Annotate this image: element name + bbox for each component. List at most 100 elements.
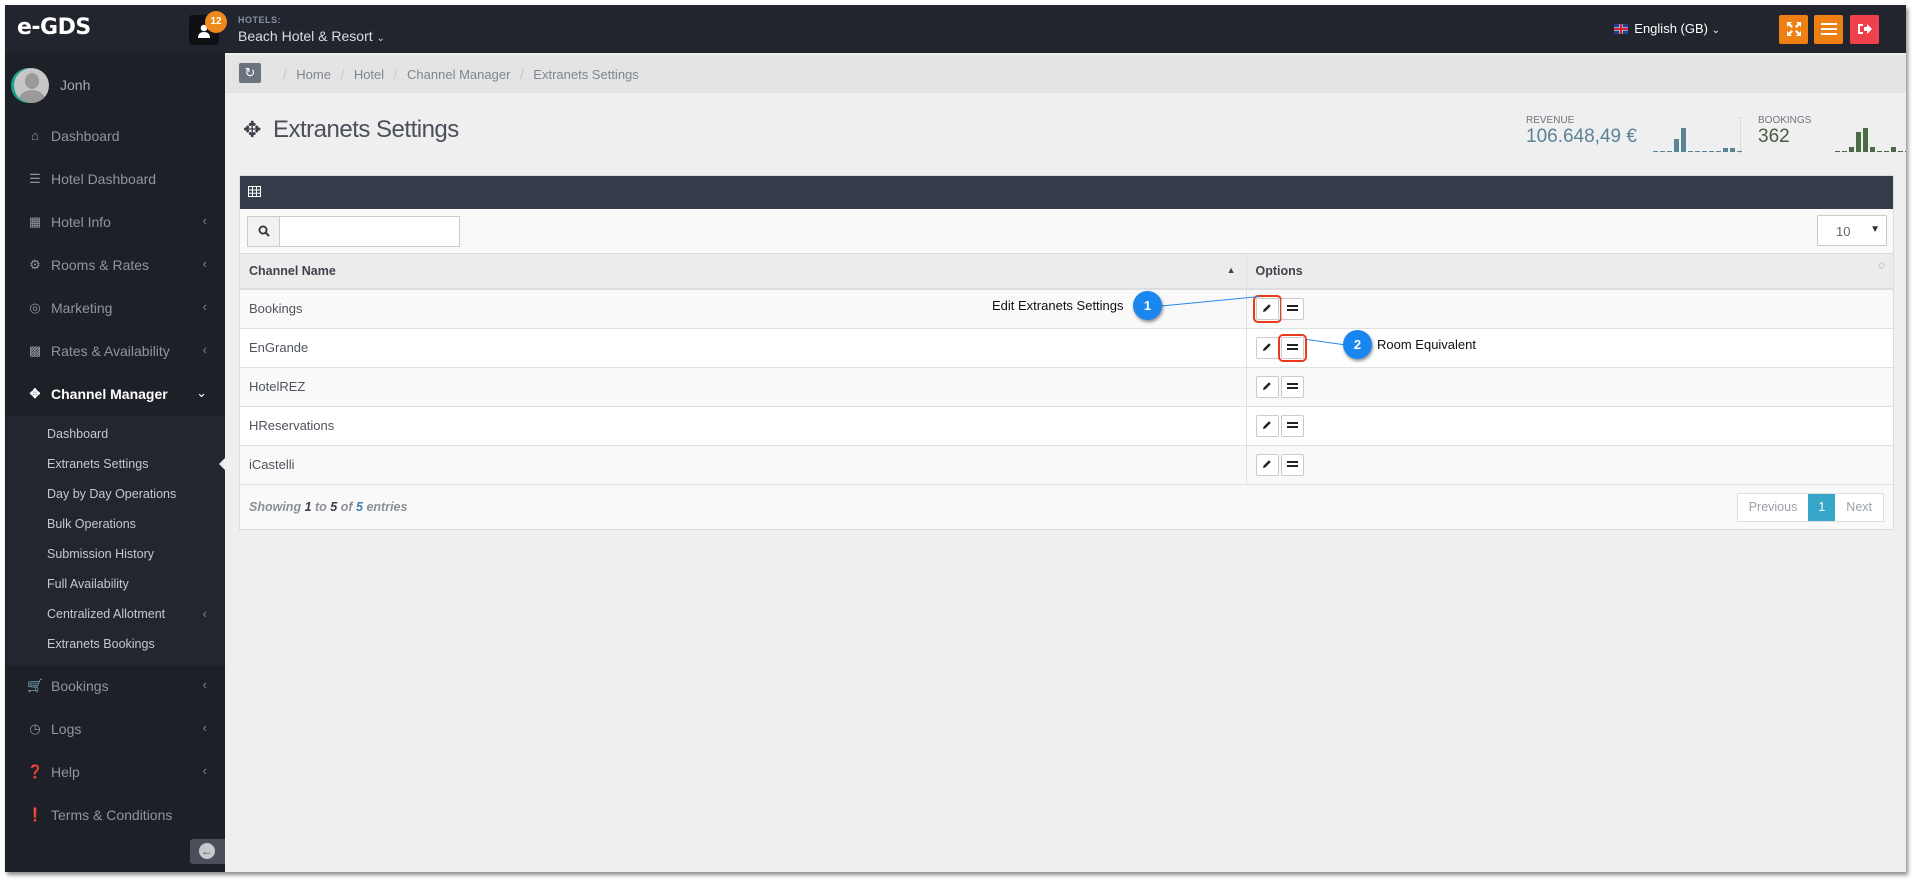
sparkline-bar (1723, 148, 1728, 152)
breadcrumb-channel-manager[interactable]: Channel Manager (407, 67, 510, 82)
sidebar: Jonh ⌂ Dashboard ☰ Hotel Dashboard ▦ Hot… (5, 53, 225, 872)
menu-button[interactable] (1814, 15, 1843, 44)
submenu-item-label: Full Availability (47, 577, 129, 591)
sparkline-bar (1842, 151, 1847, 152)
sparkline-bar (1849, 147, 1854, 152)
revenue-label: REVENUE (1526, 115, 1575, 126)
user-name: Jonh (60, 77, 91, 93)
arrows-icon: ✥ (29, 386, 41, 401)
sort-both-icon: ◇ (1878, 260, 1885, 270)
pagination-next[interactable]: Next (1835, 494, 1883, 521)
channel-manager-submenu: Dashboard Extranets Settings Day by Day … (5, 416, 225, 665)
sparkline-bar (1870, 147, 1875, 152)
extranets-table: Channel Name ▲ Options ◇ Bookings EnGrand… (240, 254, 1893, 485)
edit-extranet-settings-button[interactable] (1255, 414, 1279, 437)
sparkline-bar (1877, 151, 1882, 152)
page-length-select[interactable]: 10 ▼ (1817, 215, 1887, 246)
sidebar-nav: ⌂ Dashboard ☰ Hotel Dashboard ▦ Hotel In… (5, 115, 225, 837)
arrow-left-circle-icon: ← (199, 843, 215, 859)
sidebar-item-channel-manager[interactable]: ✥ Channel Manager ⌄ (5, 373, 225, 416)
chevron-down-icon: ⌄ (1711, 25, 1720, 36)
sparkline-bar (1681, 128, 1686, 152)
sidebar-item-rates-availability[interactable]: ▩ Rates & Availability ‹ (5, 330, 225, 373)
submenu-item-label: Extranets Bookings (47, 637, 155, 651)
sidebar-item-hotel-dashboard[interactable]: ☰ Hotel Dashboard (5, 158, 225, 201)
refresh-icon: ↻ (244, 65, 256, 80)
sidebar-item-terms-conditions[interactable]: ❗ Terms & Conditions (5, 794, 225, 837)
options-cell (1246, 406, 1893, 446)
logout-button[interactable] (1850, 15, 1879, 44)
top-navbar: e-GDS 12 HOTELS: Beach Hotel & Resort ⌄ … (5, 5, 1906, 53)
refresh-button[interactable]: ↻ (239, 63, 261, 83)
options-cell (1246, 289, 1893, 329)
column-header-options[interactable]: Options ◇ (1246, 254, 1893, 290)
expand-icon (1786, 22, 1801, 36)
edit-extranet-settings-button[interactable] (1255, 453, 1279, 476)
revenue-value: 106.648,49 € (1526, 126, 1637, 147)
submenu-item-dashboard[interactable]: Dashboard (5, 419, 225, 449)
sparkline-bar (1716, 151, 1721, 152)
sidebar-item-label: Channel Manager (51, 386, 168, 402)
brand-logo[interactable]: e-GDS (17, 15, 91, 40)
sort-asc-icon: ▲ (1226, 265, 1236, 275)
room-equivalent-button[interactable] (1277, 333, 1307, 362)
submenu-item-bulk-operations[interactable]: Bulk Operations (5, 509, 225, 539)
submenu-item-extranets-bookings[interactable]: Extranets Bookings (5, 629, 225, 659)
info-text: to (315, 499, 327, 514)
room-equivalent-button[interactable] (1280, 297, 1304, 320)
edit-extranet-settings-button[interactable] (1255, 336, 1279, 359)
menu-icon (1820, 23, 1837, 35)
room-equivalent-button[interactable] (1280, 414, 1304, 437)
hotel-selected: Beach Hotel & Resort (238, 28, 373, 44)
sidebar-collapse-button[interactable]: ← (190, 839, 225, 864)
language-selector[interactable]: English (GB) ⌄ (1613, 21, 1720, 36)
chevron-left-icon: ‹ (202, 677, 207, 692)
channel-name-cell: EnGrande (240, 328, 1247, 368)
search-input[interactable] (281, 217, 459, 246)
bar-chart-icon: ▩ (28, 343, 42, 358)
sparkline-bar (1667, 151, 1672, 152)
table-body: Bookings EnGrande HotelREZ HReservations iCa… (240, 289, 1893, 485)
fullscreen-button[interactable] (1779, 15, 1808, 44)
submenu-item-label: Submission History (47, 547, 154, 561)
sidebar-item-rooms-rates[interactable]: ⚙ Rooms & Rates ‹ (5, 244, 225, 287)
room-equivalent-button[interactable] (1280, 453, 1304, 476)
hotel-selector[interactable]: Beach Hotel & Resort ⌄ (238, 28, 385, 44)
edit-extranet-settings-button[interactable] (1252, 294, 1282, 323)
submenu-item-submission-history[interactable]: Submission History (5, 539, 225, 569)
pagination-page-1[interactable]: 1 (1808, 493, 1836, 521)
sidebar-item-help[interactable]: ❓ Help ‹ (5, 751, 225, 794)
submenu-item-centralized-allotment[interactable]: Centralized Allotment ‹ (5, 599, 225, 629)
channel-name-cell: HotelREZ (240, 367, 1247, 407)
sidebar-item-logs[interactable]: ◷ Logs ‹ (5, 708, 225, 751)
column-header-channel-name[interactable]: Channel Name ▲ (240, 254, 1247, 290)
sparkline-bar (1730, 148, 1735, 152)
breadcrumb-hotel[interactable]: Hotel (354, 67, 384, 82)
breadcrumb: / Home / Hotel / Channel Manager / Extra… (277, 67, 639, 82)
cart-icon: 🛒 (27, 678, 44, 693)
submenu-item-day-by-day-operations[interactable]: Day by Day Operations (5, 479, 225, 509)
chevron-left-icon: ‹ (202, 213, 207, 228)
hotels-label: HOTELS: (238, 15, 281, 25)
breadcrumb-bar: ↻ / Home / Hotel / Channel Manager / Ext… (225, 55, 1906, 93)
sidebar-item-marketing[interactable]: ◎ Marketing ‹ (5, 287, 225, 330)
submenu-item-full-availability[interactable]: Full Availability (5, 569, 225, 599)
page-title: ✥ Extranets Settings (243, 116, 459, 144)
breadcrumb-home[interactable]: Home (296, 67, 331, 82)
sparkline-bar (1660, 151, 1665, 152)
room-equivalent-button[interactable] (1280, 375, 1304, 398)
submenu-item-label: Extranets Settings (47, 457, 149, 471)
sidebar-item-hotel-info[interactable]: ▦ Hotel Info ‹ (5, 201, 225, 244)
revenue-stat: REVENUE 106.648,49 € (1526, 115, 1742, 152)
submenu-item-extranets-settings[interactable]: Extranets Settings (5, 449, 225, 479)
column-header-label: Options (1255, 264, 1303, 278)
breadcrumb-separator: / (520, 67, 524, 82)
avatar (14, 68, 49, 103)
notifications-button[interactable]: 12 (189, 11, 227, 45)
sidebar-item-bookings[interactable]: 🛒 Bookings ‹ (5, 665, 225, 708)
sidebar-item-label: Rates & Availability (51, 343, 170, 359)
info-text: of (340, 499, 353, 514)
pagination-previous[interactable]: Previous (1738, 494, 1809, 521)
sidebar-item-dashboard[interactable]: ⌂ Dashboard (5, 115, 225, 158)
edit-extranet-settings-button[interactable] (1255, 375, 1279, 398)
